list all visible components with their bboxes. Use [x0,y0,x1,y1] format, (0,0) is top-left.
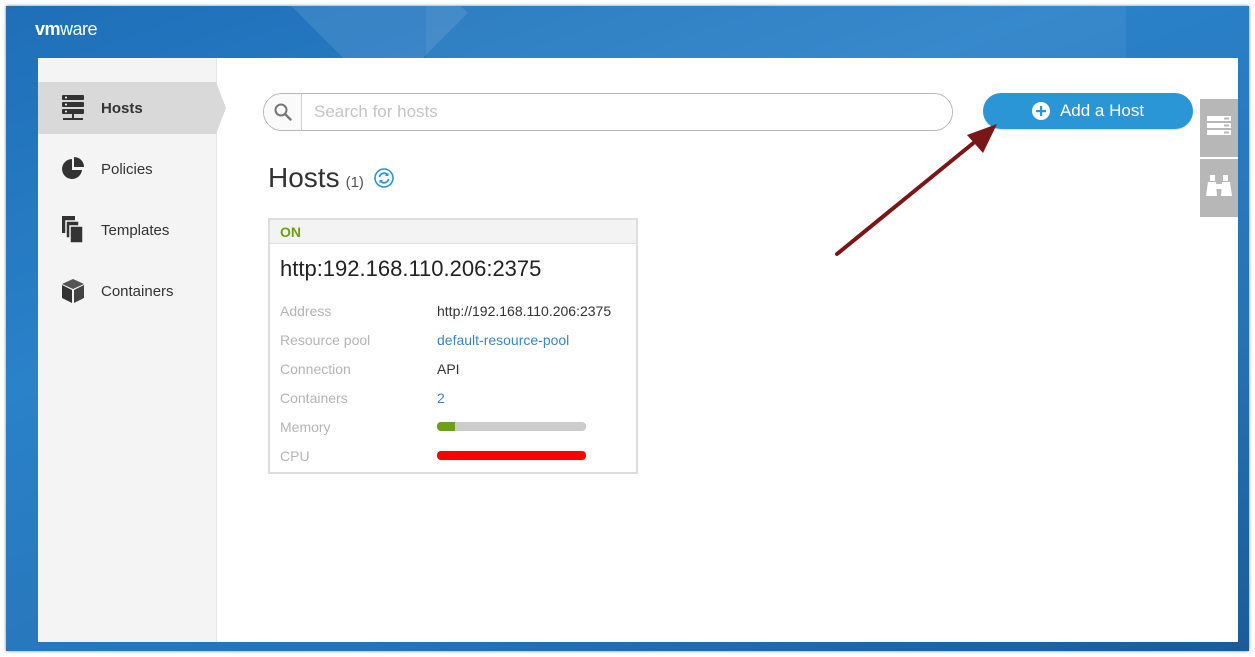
cpu-usage-fill [437,451,586,460]
property-row-resource-pool: Resource pool default-resource-pool [270,325,636,354]
host-card-title: http:192.168.110.206:2375 [280,256,542,281]
search-box [263,93,953,131]
hosts-icon [60,95,86,121]
resource-pool-link[interactable]: default-resource-pool [437,332,569,348]
status-badge: ON [270,220,636,244]
hosts-header: Hosts (1) [268,162,394,194]
sidebar-item-label: Policies [101,160,153,178]
property-row-connection: Connection API [270,354,636,383]
property-row-cpu: CPU [270,441,636,470]
right-side-tabs [1200,99,1238,219]
property-label: CPU [280,447,310,464]
sidebar-item-containers[interactable]: Containers [38,265,216,317]
window-frame: vmware Hosts Policies Templates Containe… [6,6,1249,651]
sidebar-item-label: Hosts [101,99,143,117]
refresh-icon[interactable] [374,168,394,188]
sidebar-item-label: Templates [101,221,170,239]
vmware-logo: vmware [35,19,98,39]
property-label: Containers [280,389,348,406]
server-rack-icon [1207,115,1231,141]
add-host-label: Add a Host [1059,101,1145,120]
address-value: http://192.168.110.206:2375 [437,302,612,319]
sidebar-item-policies[interactable]: Policies [38,143,216,195]
sidebar-item-hosts[interactable]: Hosts [38,82,226,134]
pie-chart-icon [60,156,86,182]
add-host-button[interactable]: Add a Host [983,93,1193,129]
connection-value: API [437,360,460,377]
host-count: (1) [345,174,364,191]
property-row-containers: Containers 2 [270,383,636,412]
host-card[interactable]: ON http:192.168.110.206:2375 Address htt… [268,218,638,474]
property-row-memory: Memory [270,412,636,441]
property-label: Connection [280,360,351,377]
cpu-usage-bar [437,451,586,460]
property-label: Memory [280,418,331,435]
side-tab-search[interactable] [1200,159,1238,217]
templates-icon [60,216,86,244]
page-title: Hosts [268,162,340,193]
plus-circle-icon [1031,102,1050,120]
sidebar: Hosts Policies Templates Containers [38,58,226,642]
search-input[interactable] [302,94,952,130]
memory-usage-bar [437,422,586,431]
memory-usage-fill [437,422,455,431]
property-label: Address [280,302,332,319]
search-icon[interactable] [264,94,302,130]
side-tab-hosts[interactable] [1200,99,1238,157]
container-box-icon [60,278,86,304]
property-label: Resource pool [280,331,371,348]
app-content: Hosts Policies Templates Containers Sear… [38,58,1238,642]
containers-count-link[interactable]: 2 [437,390,445,406]
property-row-address: Address http://192.168.110.206:2375 [270,296,636,325]
sidebar-item-label: Containers [101,282,174,300]
sidebar-item-templates[interactable]: Templates [38,204,216,256]
binoculars-icon [1206,174,1232,202]
